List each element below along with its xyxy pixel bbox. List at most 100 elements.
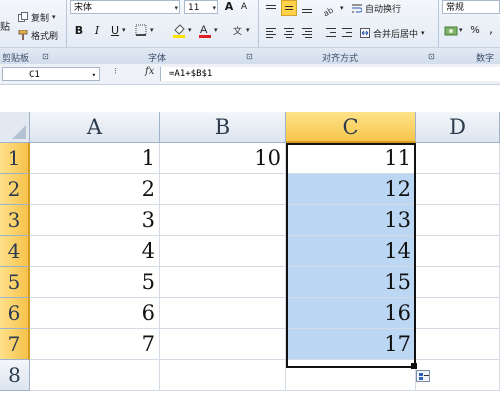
font-size-select[interactable]: 11 ▾ [184,0,218,14]
chevron-down-icon[interactable]: ▾ [122,26,126,34]
chevron-down-icon[interactable]: ▾ [92,68,96,82]
column-header-b[interactable]: B [160,112,286,143]
shrink-font-button[interactable]: A [237,0,251,14]
chevron-down-icon: ▾ [212,4,216,12]
cell-b1[interactable]: 10 [160,143,286,174]
paste-button[interactable]: 贴 [0,18,10,33]
column-header-d[interactable]: D [416,112,500,143]
decrease-indent-button[interactable] [323,26,339,40]
copy-button[interactable]: 复制 ▾ [18,10,56,24]
cell-c5[interactable]: 15 [286,267,416,298]
align-left-button[interactable] [263,26,279,40]
cell-c8[interactable] [286,360,416,391]
cell-a8[interactable] [30,360,160,391]
chevron-down-icon[interactable]: ▾ [246,26,250,34]
clipboard-group-label: 剪贴板 [2,54,30,64]
bold-button[interactable]: B [72,24,86,38]
select-all-icon [12,125,26,139]
wrap-text-button[interactable]: 自动换行 [352,1,401,15]
cell-a2[interactable]: 2 [30,174,160,205]
column-header-c[interactable]: C [286,112,416,143]
row-header-3[interactable]: 3 [0,205,30,236]
chevron-down-icon[interactable]: ▾ [459,26,463,34]
phonetic-button[interactable]: 文 [232,24,246,38]
cell-a1[interactable]: 1 [30,143,160,174]
chevron-down-icon: ▾ [421,29,425,37]
orientation-button[interactable]: ab [322,2,339,19]
cell-b3[interactable] [160,205,286,236]
merge-center-button[interactable]: 合并后居中 ▾ [360,26,425,40]
row-header-2[interactable]: 2 [0,174,30,205]
name-box[interactable]: C1 ▾ [2,67,100,81]
cell-c4[interactable]: 14 [286,236,416,267]
row-header-8[interactable]: 8 [0,360,30,391]
chevron-down-icon[interactable]: ▾ [340,4,344,12]
cell-d1[interactable] [416,143,500,174]
cell-c6[interactable]: 16 [286,298,416,329]
dialog-launcher-icon[interactable]: ⊡ [42,52,49,61]
insert-function-button[interactable]: fx [145,66,154,77]
grow-font-button[interactable]: A [222,0,236,14]
cell-a5[interactable]: 5 [30,267,160,298]
format-painter-button[interactable]: 格式刷 [18,28,58,42]
align-center-button[interactable] [281,26,297,40]
cell-d6[interactable] [416,298,500,329]
cell-d7[interactable] [416,329,500,360]
cell-b7[interactable] [160,329,286,360]
cell-c3[interactable]: 13 [286,205,416,236]
cell-a6[interactable]: 6 [30,298,160,329]
font-size-value: 11 [188,3,200,13]
currency-button[interactable] [444,24,458,38]
svg-text:A: A [200,24,208,36]
cell-c2[interactable]: 12 [286,174,416,205]
row-header-6[interactable]: 6 [0,298,30,329]
align-top-button[interactable] [263,2,279,16]
svg-text:ab: ab [323,6,335,17]
cell-b4[interactable] [160,236,286,267]
align-right-button[interactable] [299,26,315,40]
number-format-select[interactable]: 常规 [442,0,500,14]
dialog-launcher-icon[interactable]: ⊡ [428,52,435,61]
dialog-launcher-icon[interactable]: ⊡ [246,52,253,61]
cell-d4[interactable] [416,236,500,267]
chevron-down-icon[interactable]: ▾ [188,26,192,34]
italic-button[interactable]: I [90,24,104,38]
cell-b8[interactable] [160,360,286,391]
align-middle-button[interactable] [281,0,297,16]
align-bottom-button[interactable] [299,2,315,16]
copy-label: 复制 [31,13,50,24]
select-all-button[interactable] [0,112,30,143]
font-color-button[interactable]: A [198,22,212,38]
auto-fill-options-icon[interactable] [416,370,430,382]
cell-d2[interactable] [416,174,500,205]
percent-button[interactable]: % [468,24,482,38]
alignment-group-label: 对齐方式 [322,54,359,64]
borders-button[interactable] [134,24,148,38]
cell-a3[interactable]: 3 [30,205,160,236]
underline-button[interactable]: U [108,24,122,38]
row-header-4[interactable]: 4 [0,236,30,267]
chevron-down-icon[interactable]: ▾ [214,26,218,34]
comma-button[interactable]: , [484,22,498,36]
cell-c1[interactable]: 11 [286,143,416,174]
column-header-a[interactable]: A [30,112,160,143]
currency-icon [444,26,458,36]
cell-d3[interactable] [416,205,500,236]
cell-a4[interactable]: 4 [30,236,160,267]
font-name-select[interactable]: 宋体 ▾ [70,0,180,14]
sheet-top-gap [0,85,500,112]
fill-color-button[interactable] [172,22,186,38]
cell-b2[interactable] [160,174,286,205]
cell-b6[interactable] [160,298,286,329]
cell-a7[interactable]: 7 [30,329,160,360]
row-header-5[interactable]: 5 [0,267,30,298]
row-header-7[interactable]: 7 [0,329,30,360]
cell-c7[interactable]: 17 [286,329,416,360]
row-header-1[interactable]: 1 [0,143,30,174]
cell-b5[interactable] [160,267,286,298]
cell-d5[interactable] [416,267,500,298]
increase-indent-button[interactable] [339,26,355,40]
formula-input[interactable]: =A1+$B$1 [160,67,500,81]
fill-handle[interactable] [411,363,417,369]
chevron-down-icon[interactable]: ▾ [150,26,154,34]
